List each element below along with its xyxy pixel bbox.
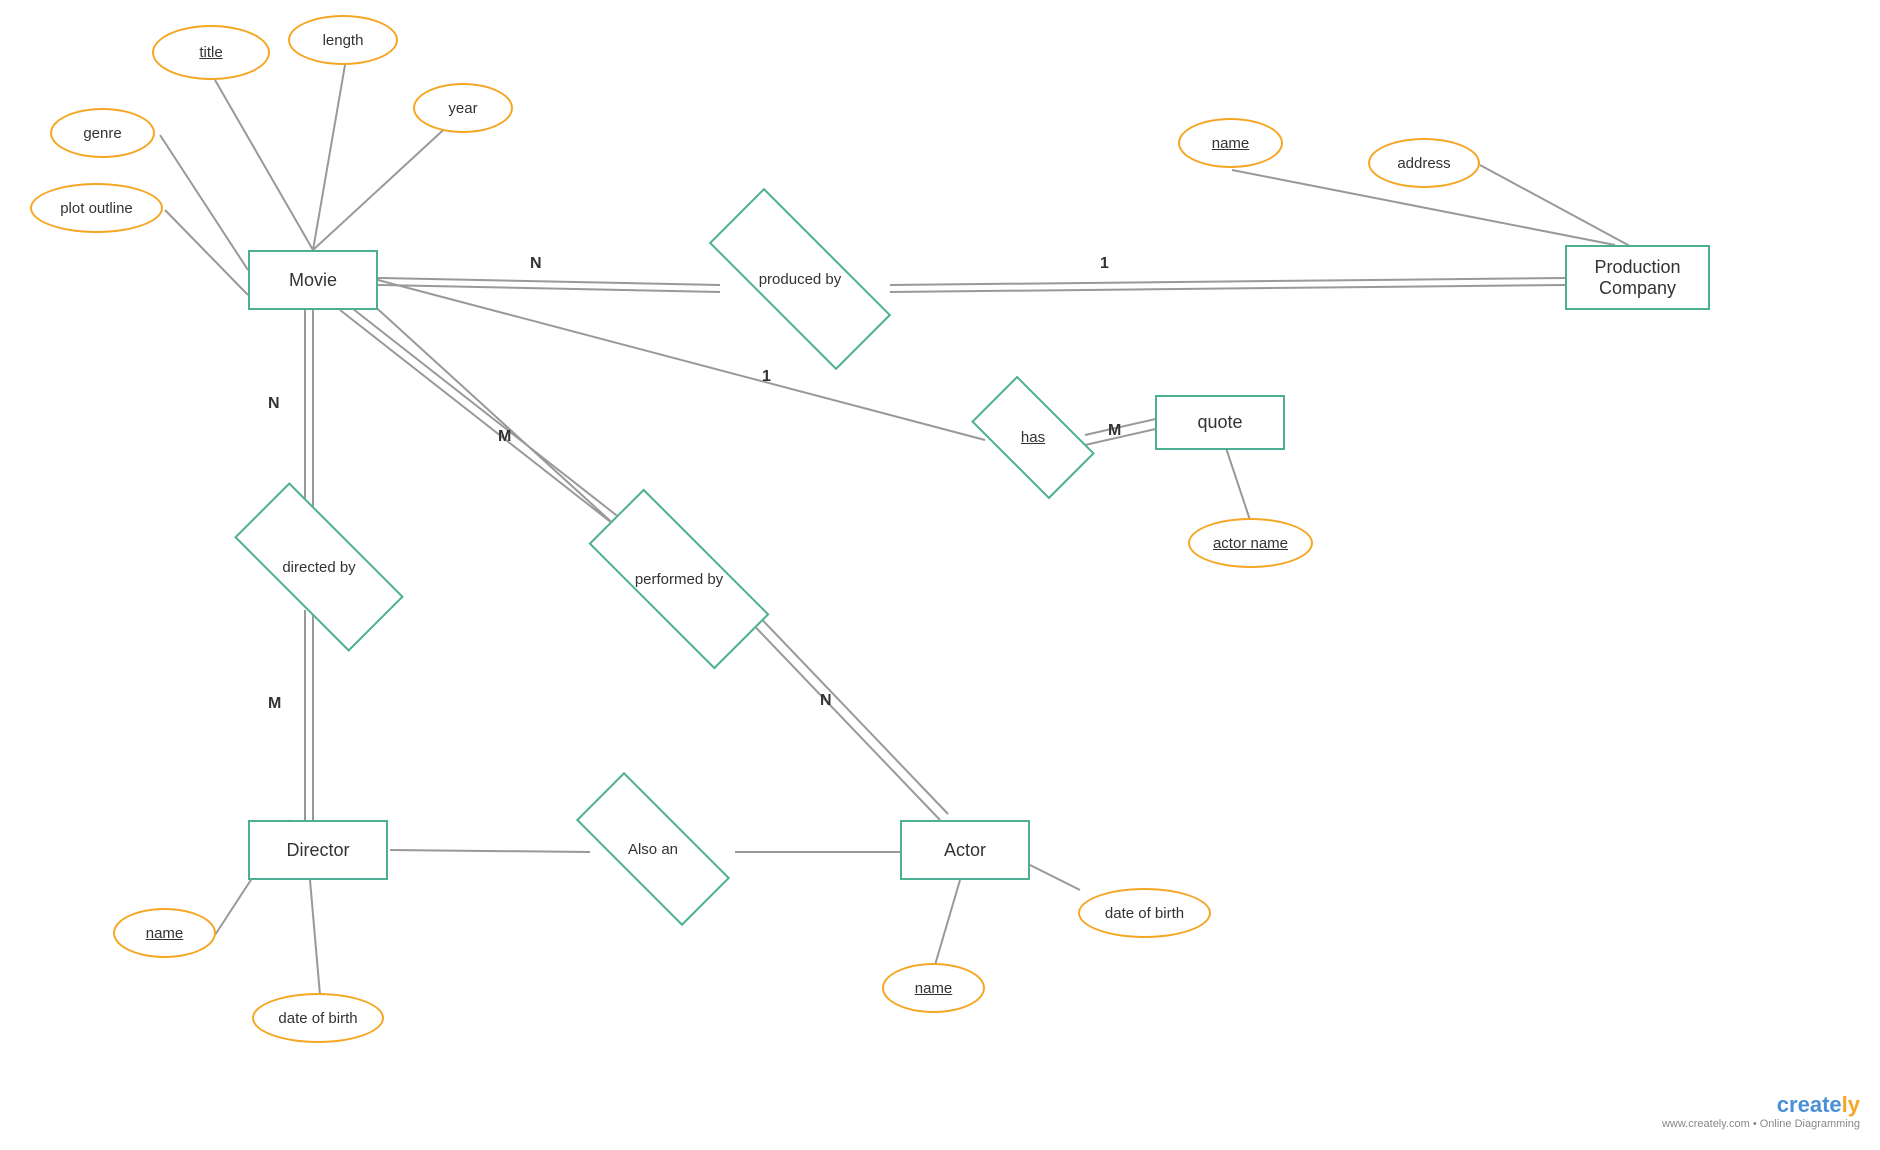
length-oval: length [288,15,398,65]
title-oval: title [152,25,270,80]
produced-by-diamond: produced by [710,240,890,318]
produced-by-label: produced by [759,271,842,288]
card-m-directed-director: M [268,695,281,713]
year-oval: year [413,83,513,133]
address-oval: address [1368,138,1480,188]
diagram-container: Movie Production Company Director Actor … [0,0,1880,1150]
actor-dob-oval: date of birth [1078,888,1211,938]
production-company-entity: Production Company [1565,245,1710,310]
card-n-performed-actor: N [820,692,832,710]
performed-by-label: performed by [635,571,723,588]
quote-label: quote [1197,412,1242,433]
director-dob-label: date of birth [278,1010,357,1027]
director-entity: Director [248,820,388,880]
card-n-produced-movie: N [530,255,542,273]
has-label: has [1021,429,1045,446]
card-m-performed-movie: M [498,428,511,446]
directed-by-diamond: directed by [238,528,400,606]
performed-by-diamond: performed by [590,540,768,618]
has-diamond: has [978,405,1088,470]
brand-name: creately [1662,1092,1860,1118]
actor-name-oval: actor name [1188,518,1313,568]
prod-name-oval: name [1178,118,1283,168]
also-an-label: Also an [628,841,678,858]
year-label: year [448,100,477,117]
actor-name2-label: name [915,980,953,997]
genre-oval: genre [50,108,155,158]
card-n-directed-movie: N [268,395,280,413]
card-1-performed-movie2: 1 [762,368,771,386]
title-label: title [199,44,222,61]
genre-label: genre [83,125,121,142]
movie-label: Movie [289,270,337,291]
quote-entity: quote [1155,395,1285,450]
also-an-diamond: Also an [578,815,728,883]
prod-name-label: name [1212,135,1250,152]
movie-entity: Movie [248,250,378,310]
plot-outline-oval: plot outline [30,183,163,233]
watermark: creately www.creately.com • Online Diagr… [1662,1092,1860,1130]
directed-by-label: directed by [282,559,355,576]
actor-name-label: actor name [1213,535,1288,552]
actor-label: Actor [944,840,986,861]
actor-dob-label: date of birth [1105,905,1184,922]
director-label: Director [286,840,349,861]
card-1-produced-company: 1 [1100,255,1109,273]
actor-entity: Actor [900,820,1030,880]
director-name-label: name [146,925,184,942]
tagline: www.creately.com • Online Diagramming [1662,1118,1860,1130]
production-company-label: Production Company [1594,257,1680,299]
length-label: length [323,32,364,49]
address-label: address [1397,155,1450,172]
card-m-has: M [1108,422,1121,440]
director-dob-oval: date of birth [252,993,384,1043]
director-name-oval: name [113,908,216,958]
plot-outline-label: plot outline [60,200,133,217]
actor-name2-oval: name [882,963,985,1013]
